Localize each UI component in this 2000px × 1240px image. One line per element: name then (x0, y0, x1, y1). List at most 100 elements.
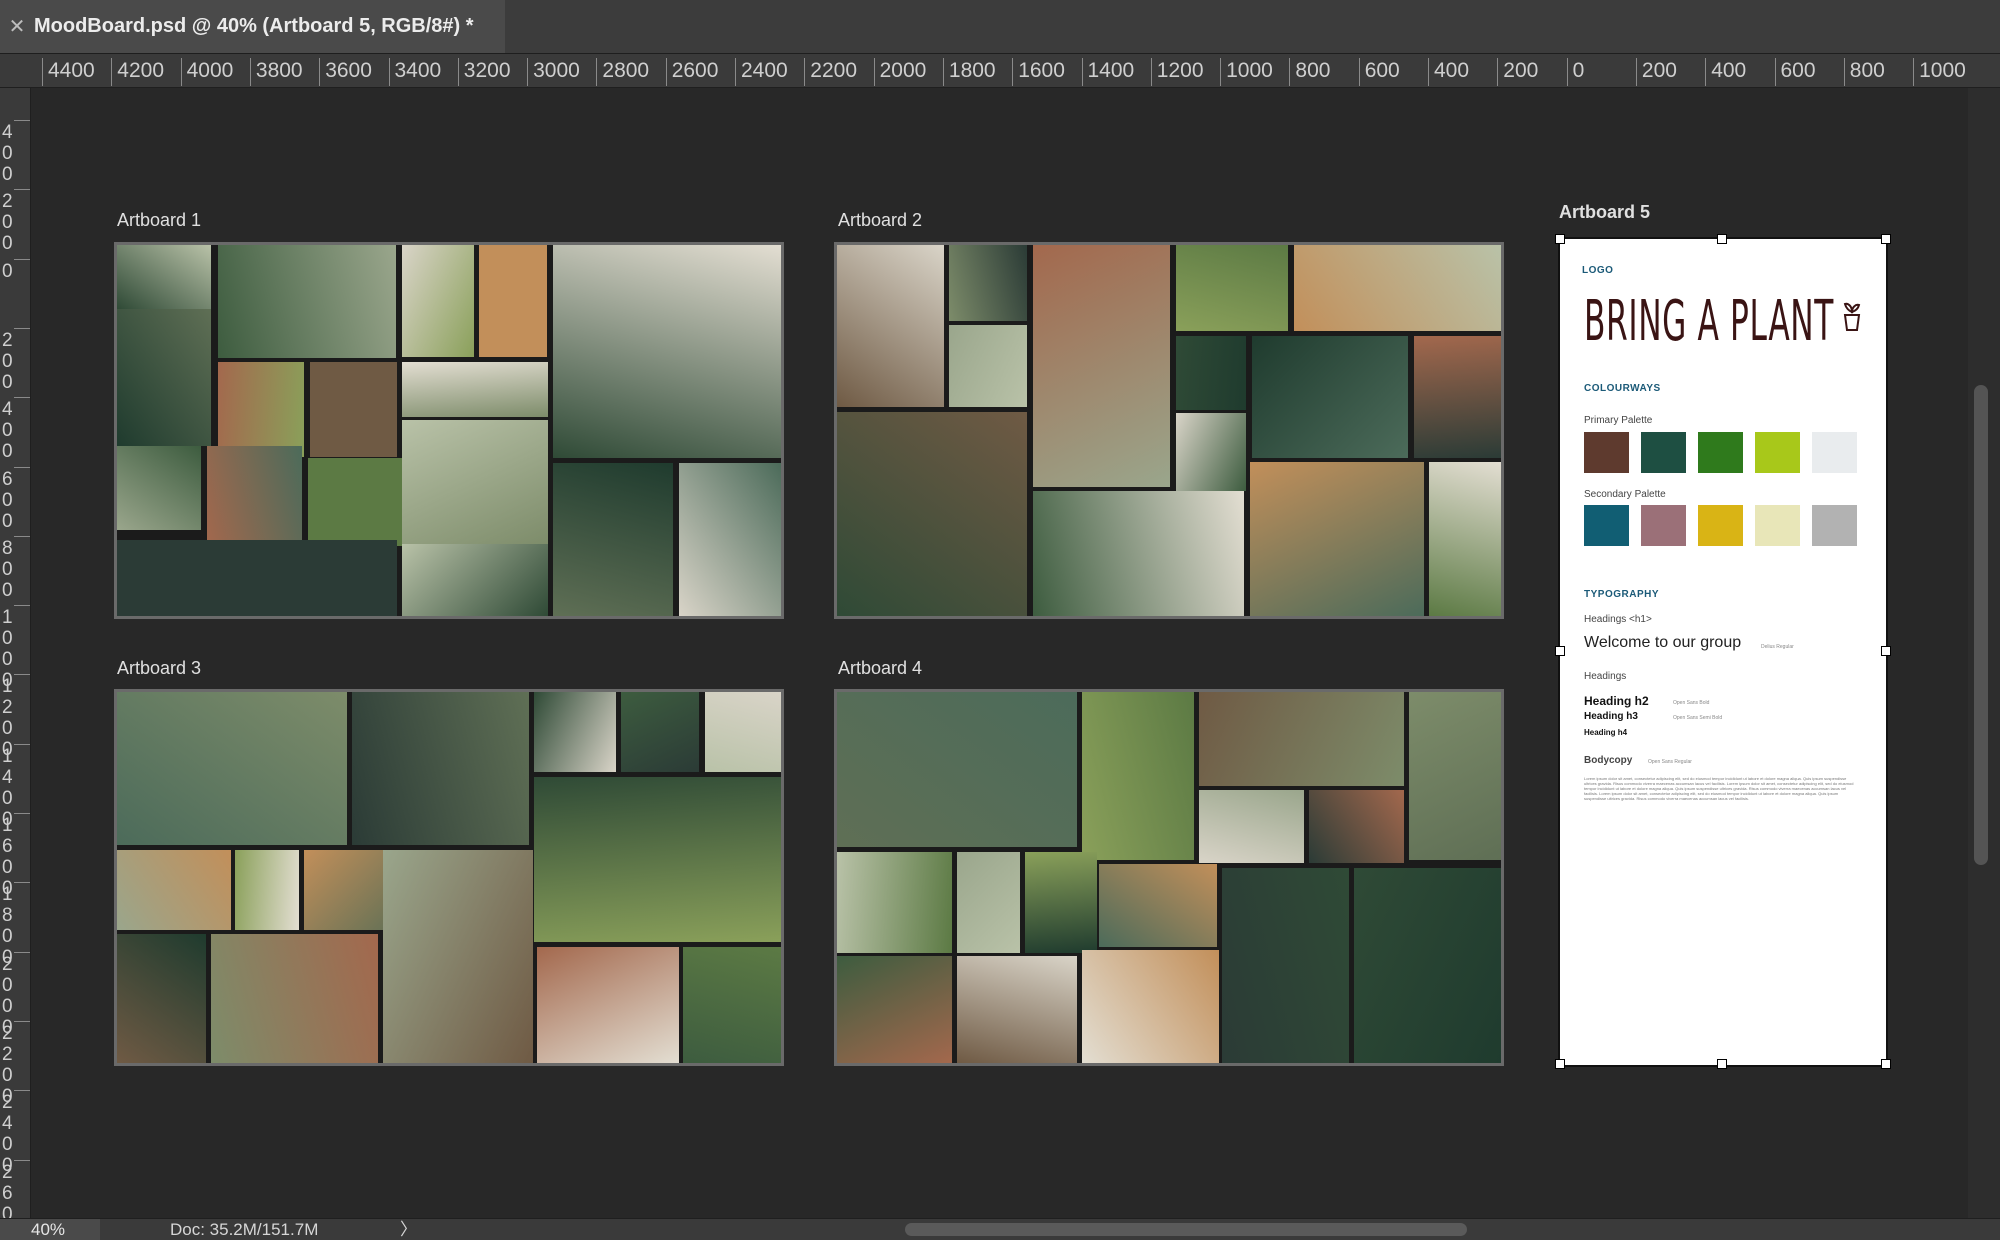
artboard-2-title[interactable]: Artboard 2 (838, 210, 922, 231)
ruler-left-label: 400 (2, 399, 13, 463)
h2-font-note: Open Sans Bold (1673, 700, 1710, 706)
moodboard-photo (1199, 790, 1304, 863)
ruler-top-label: 2200 (804, 58, 857, 86)
moodboard-photo (117, 446, 201, 530)
ruler-left-tick (14, 743, 30, 745)
moodboard-photo (308, 458, 403, 546)
artboard-5-title[interactable]: Artboard 5 (1559, 202, 1650, 223)
transform-handle-left[interactable] (1555, 646, 1565, 656)
h1-font-note: Delius Regular (1761, 644, 1794, 650)
ruler-left-tick (14, 951, 30, 953)
ruler-top-label: 3800 (249, 58, 303, 86)
document-tab[interactable]: ✕ MoodBoard.psd @ 40% (Artboard 5, RGB/8… (0, 0, 505, 53)
moodboard-photo (117, 245, 211, 309)
moodboard-photo (1033, 491, 1244, 616)
bodycopy-sample: Lorem ipsum dolor sit amet, consectetur … (1584, 776, 1854, 801)
moodboard-photo (679, 463, 781, 616)
moodboard-photo (1409, 692, 1501, 860)
zoom-level[interactable]: 40% (0, 1219, 100, 1240)
ruler-left-tick (14, 882, 30, 884)
moodboard-photo (235, 850, 299, 930)
heading-h4: Heading h4 (1584, 728, 1628, 737)
ruler-top-label: 2600 (665, 58, 718, 86)
status-menu-arrow-icon[interactable]: 〉 (400, 1219, 417, 1240)
ruler-top-label: 400 (1428, 58, 1469, 86)
moodboard-photo (1176, 336, 1246, 410)
close-icon[interactable]: ✕ (0, 14, 34, 39)
ruler-top-label: 0 (1566, 58, 1584, 86)
moodboard-photo (207, 446, 302, 546)
artboard-1-title[interactable]: Artboard 1 (117, 210, 201, 231)
moodboard-photo (352, 692, 529, 845)
transform-handle-top-left[interactable] (1555, 234, 1565, 244)
artboard-3[interactable] (114, 689, 784, 1066)
horizontal-scrollbar-thumb[interactable] (905, 1223, 1467, 1236)
document-size[interactable]: Doc: 35.2M/151.7M (170, 1219, 318, 1240)
ruler-left-tick (14, 466, 30, 468)
document-tab-title: MoodBoard.psd @ 40% (Artboard 5, RGB/8#)… (34, 15, 474, 37)
moodboard-photo (1025, 852, 1097, 953)
moodboard-photo (1309, 790, 1404, 863)
transform-handle-right[interactable] (1881, 646, 1891, 656)
artboard-5[interactable]: LOGO BRING A PLANT COLOURWAYS Primary Pa… (1558, 237, 1888, 1067)
transform-handle-top[interactable] (1717, 234, 1727, 244)
moodboard-photo (1294, 245, 1501, 331)
moodboard-photo (1222, 868, 1349, 1063)
artboard-4-title[interactable]: Artboard 4 (838, 658, 922, 679)
ruler-top-label: 800 (1289, 58, 1330, 86)
color-swatch (1584, 432, 1629, 473)
ruler-top-label: 4200 (111, 58, 164, 86)
transform-handle-bottom-left[interactable] (1555, 1059, 1565, 1069)
color-swatch (1641, 432, 1686, 473)
ruler-left-tick (14, 258, 30, 260)
moodboard-photo (537, 947, 679, 1063)
moodboard-photo (1199, 692, 1404, 786)
moodboard-photo (1082, 692, 1194, 860)
moodboard-photo (957, 852, 1020, 953)
transform-handle-top-right[interactable] (1881, 234, 1891, 244)
ruler-corner[interactable] (0, 54, 31, 88)
moodboard-photo (949, 245, 1027, 321)
vertical-ruler[interactable]: 400 200 0 200 400 600 800 1000 1200 1400 1600 1800 2… (0, 88, 31, 1218)
headings-label: Headings (1584, 671, 1627, 682)
moodboard-photo (553, 463, 673, 616)
colourways-label: COLOURWAYS (1584, 383, 1661, 394)
artboard-3-title[interactable]: Artboard 3 (117, 658, 201, 679)
ruler-top-label: 1600 (1012, 58, 1065, 86)
artboard-4[interactable] (834, 689, 1504, 1066)
color-swatch (1755, 505, 1800, 546)
artboard-2[interactable] (834, 242, 1504, 619)
color-swatch (1698, 505, 1743, 546)
vertical-scrollbar-thumb[interactable] (1974, 385, 1988, 865)
secondary-palette-label: Secondary Palette (1584, 489, 1666, 500)
ruler-left-tick (14, 1090, 30, 1092)
h1-sample: Welcome to our group (1584, 634, 1742, 651)
color-swatch (1755, 432, 1800, 473)
ruler-left-label: 2600 (2, 1161, 13, 1219)
transform-handle-bottom[interactable] (1717, 1059, 1727, 1069)
moodboard-photo (534, 692, 616, 772)
artboard-1[interactable] (114, 242, 784, 619)
ruler-left-tick (14, 605, 30, 607)
moodboard-photo (211, 934, 378, 1063)
horizontal-ruler[interactable]: 4400 4200 4000 3800 3600 3400 3200 3000 2800 2600… (30, 54, 2000, 88)
ruler-top-label: 3200 (457, 58, 511, 86)
ruler-top-label: 2800 (596, 58, 649, 86)
moodboard-photo (837, 852, 952, 953)
moodboard-photo (218, 245, 396, 358)
ruler-left-tick (14, 120, 30, 121)
ruler-top-label: 200 (1497, 58, 1538, 86)
ruler-left-tick (14, 1020, 30, 1022)
ruler-top-label: 4000 (180, 58, 233, 86)
transform-handle-bottom-right[interactable] (1881, 1059, 1891, 1069)
h3-font-note: Open Sans Semi Bold (1673, 715, 1723, 721)
moodboard-photo (218, 362, 304, 457)
moodboard-photo (310, 362, 397, 457)
moodboard-photo (383, 850, 533, 1063)
moodboard-photo (1252, 336, 1408, 458)
ruler-top-label: 600 (1774, 58, 1816, 86)
moodboard-photo (1250, 462, 1424, 616)
moodboard-photo (621, 692, 699, 772)
heading-h3: Heading h3 (1584, 711, 1638, 722)
color-swatch (1812, 432, 1857, 473)
